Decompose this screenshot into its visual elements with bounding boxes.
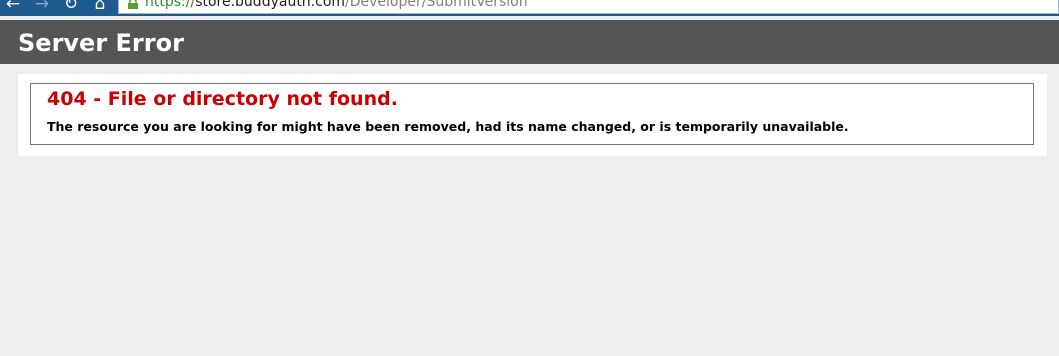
url-path: /Developer/SubmitVersion: [345, 0, 528, 10]
url-text[interactable]: https://store.buddyauth.com/Developer/Su…: [145, 0, 528, 11]
lock-icon: [128, 0, 138, 9]
error-message: The resource you are looking for might h…: [47, 119, 849, 134]
back-arrow-icon[interactable]: ←: [2, 0, 24, 14]
address-bar[interactable]: https://store.buddyauth.com/Developer/Su…: [118, 0, 1059, 14]
browser-toolbar: ← → ↻ ⌂ https://store.buddyauth.com/Deve…: [0, 0, 1059, 16]
error-box: 404 - File or directory not found. The r…: [30, 83, 1034, 145]
url-domain: store.buddyauth.com: [195, 0, 346, 10]
home-icon[interactable]: ⌂: [89, 0, 111, 14]
error-content: 404 - File or directory not found. The r…: [18, 74, 1047, 156]
error-heading: 404 - File or directory not found.: [47, 88, 398, 110]
page-title: Server Error: [18, 29, 184, 57]
reload-icon[interactable]: ↻: [60, 0, 82, 14]
url-scheme: https://: [145, 0, 196, 10]
server-error-header: Server Error: [0, 20, 1059, 64]
forward-arrow-icon[interactable]: →: [31, 0, 53, 14]
